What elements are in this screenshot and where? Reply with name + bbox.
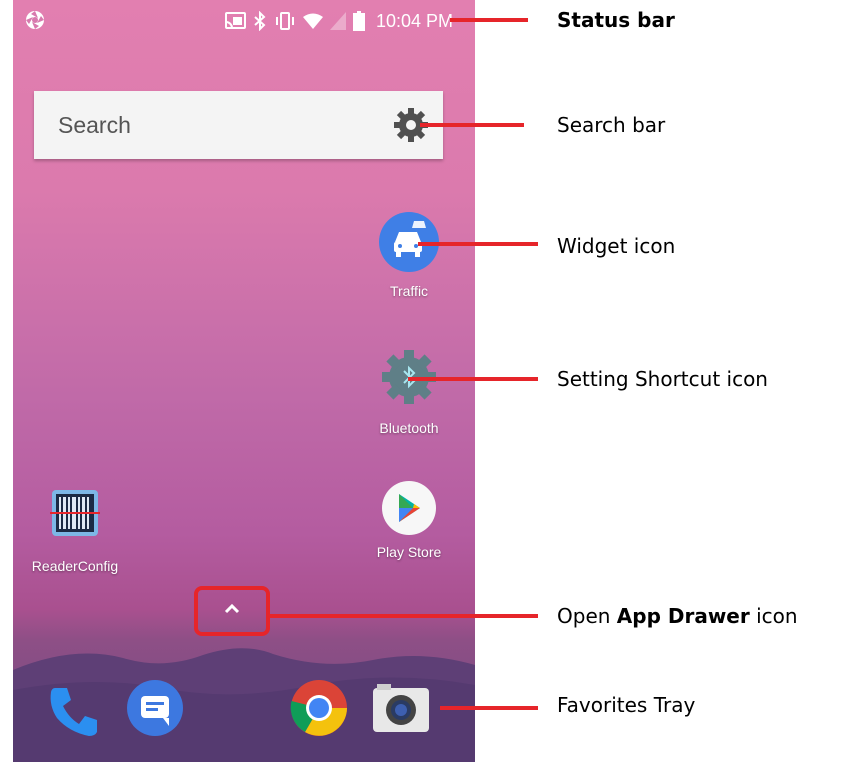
phone-screen: 10:04 PM Search Traffic Bluetooth Reader… <box>13 0 475 762</box>
annotation-app-drawer-bold: App Drawer <box>616 604 750 628</box>
car-traffic-icon <box>379 212 439 272</box>
annotation-line-search-bar <box>420 123 524 127</box>
cast-icon <box>224 12 246 29</box>
annotation-line-status-bar <box>450 18 528 22</box>
annotation-favorites-tray: Favorites Tray <box>557 693 696 717</box>
app-playstore[interactable]: Play Store <box>354 480 464 560</box>
vibrate-icon <box>275 12 294 30</box>
annotation-line-app-drawer <box>270 614 538 618</box>
app-traffic[interactable]: Traffic <box>354 205 464 299</box>
annotation-line-setting-shortcut <box>408 377 538 381</box>
play-store-icon <box>382 481 436 535</box>
app-label-bluetooth: Bluetooth <box>379 420 439 436</box>
favorites-tray <box>13 640 475 762</box>
barcode-reader-icon <box>50 490 100 536</box>
phone-icon[interactable] <box>45 682 103 740</box>
battery-icon <box>352 11 365 31</box>
app-label-traffic: Traffic <box>389 283 429 299</box>
status-time: 10:04 PM <box>375 10 453 31</box>
annotation-search-bar: Search bar <box>557 113 666 137</box>
icon-wrap <box>40 480 110 550</box>
no-sim-icon <box>329 12 346 30</box>
chrome-icon[interactable] <box>287 676 351 740</box>
annotation-line-widget <box>418 242 538 246</box>
annotation-line-favorites-tray <box>440 706 538 710</box>
app-bluetooth-shortcut[interactable]: Bluetooth <box>354 342 464 436</box>
annotation-widget-icon: Widget icon <box>557 234 676 258</box>
annotation-app-drawer-suffix: icon <box>749 604 798 628</box>
wifi-icon <box>302 13 323 29</box>
open-app-drawer-button[interactable] <box>194 586 270 636</box>
status-icons: 10:04 PM <box>224 9 453 33</box>
camera-aperture-icon <box>26 11 44 29</box>
annotation-app-drawer: Open App Drawer icon <box>557 604 798 628</box>
app-label-readerconfig: ReaderConfig <box>31 558 119 574</box>
app-readerconfig[interactable]: ReaderConfig <box>20 480 130 574</box>
annotation-app-drawer-prefix: Open <box>557 604 617 628</box>
icon-wrap <box>374 480 444 550</box>
search-placeholder[interactable]: Search <box>58 112 131 139</box>
bluetooth-icon <box>254 11 266 31</box>
search-bar[interactable]: Search <box>34 91 443 159</box>
messages-icon[interactable] <box>123 676 187 740</box>
icon-wrap <box>374 205 444 275</box>
status-bar: 10:04 PM <box>13 0 475 44</box>
annotation-setting-shortcut: Setting Shortcut icon <box>557 367 768 391</box>
camera-icon[interactable] <box>369 680 433 738</box>
chevron-up-icon[interactable] <box>222 602 242 616</box>
annotation-status-bar: Status bar <box>557 8 675 32</box>
